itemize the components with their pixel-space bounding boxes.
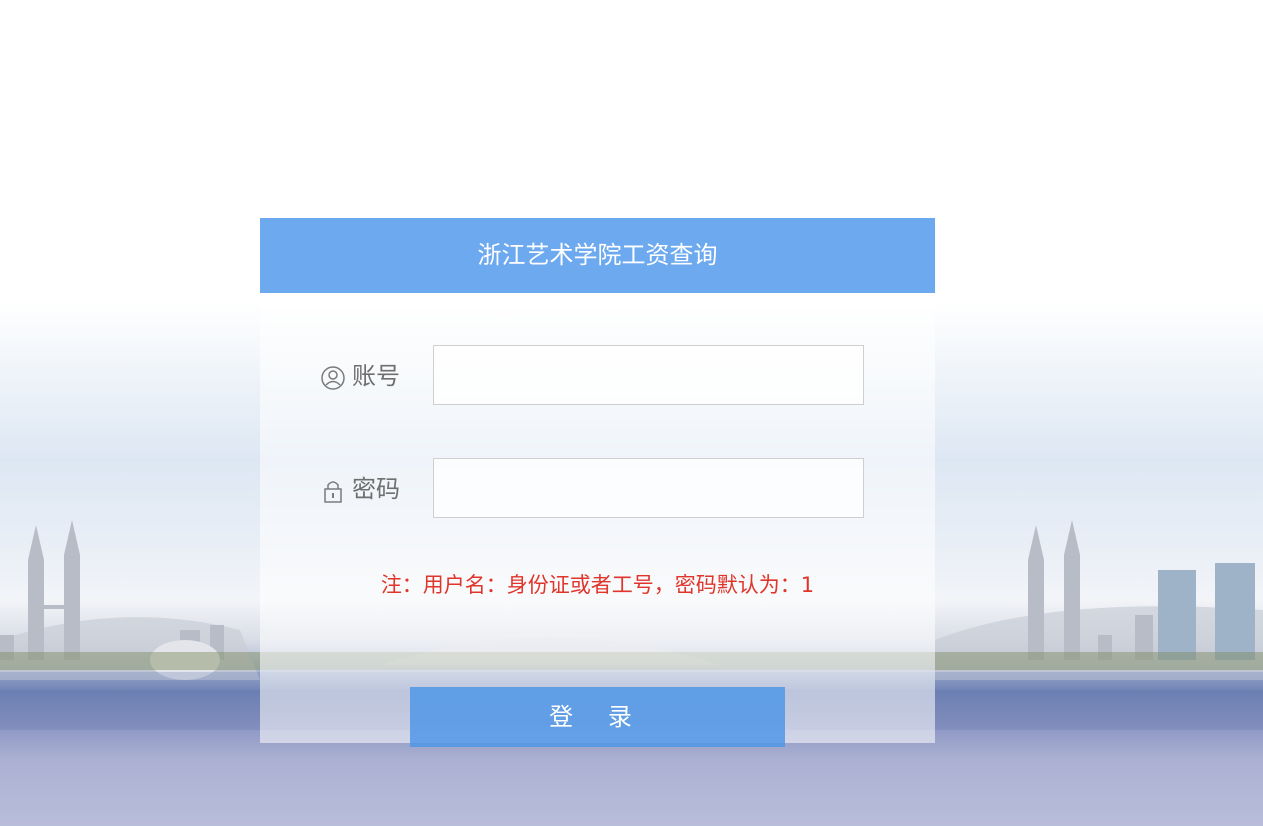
- password-label: 密码: [352, 475, 400, 503]
- login-hint-note: 注：用户名：身份证或者工号，密码默认为：1: [380, 573, 815, 597]
- account-label-row: 账号: [320, 356, 400, 396]
- page-title: 浙江艺术学院工资查询: [260, 218, 935, 293]
- user-circle-icon: [320, 363, 346, 390]
- password-input[interactable]: [433, 458, 864, 518]
- password-label-row: 密码: [320, 469, 400, 509]
- lock-icon: [320, 476, 346, 503]
- login-button[interactable]: 登 录: [410, 687, 785, 747]
- account-label: 账号: [352, 362, 400, 390]
- account-input[interactable]: [433, 345, 864, 405]
- login-page: 浙江艺术学院工资查询 账号 密码 注：用户名：身份证或者工号，密码默认为：1 登…: [0, 0, 1263, 826]
